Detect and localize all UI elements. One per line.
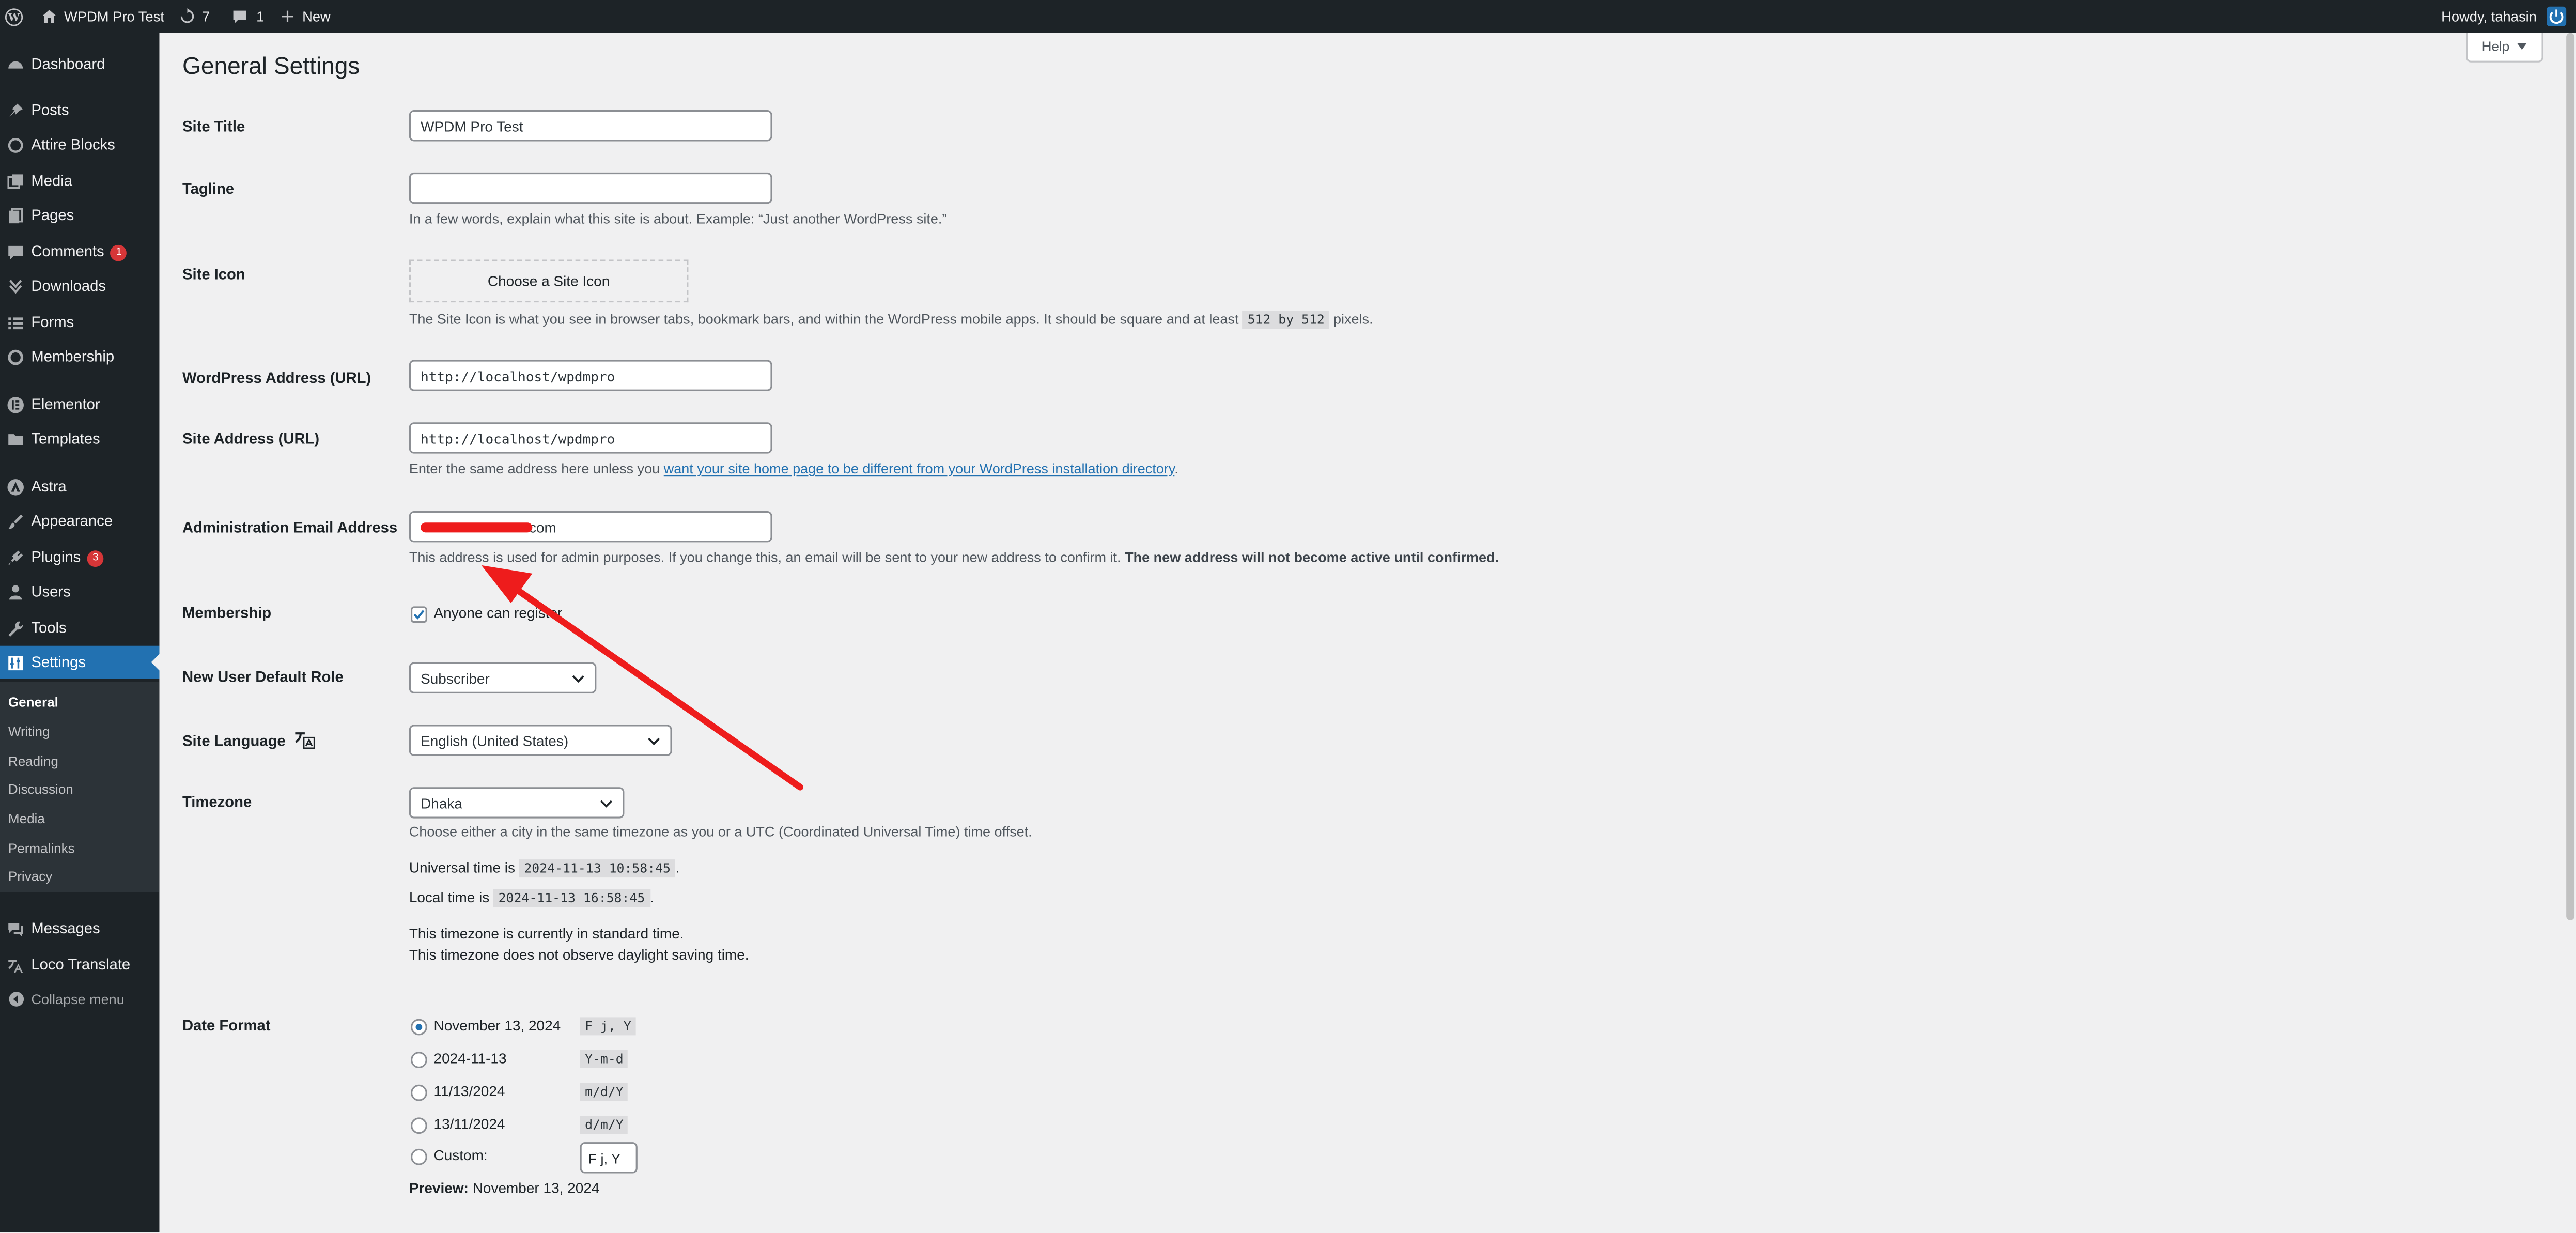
page-scrollbar[interactable] <box>2566 33 2575 920</box>
annotation-arrow <box>481 565 804 791</box>
